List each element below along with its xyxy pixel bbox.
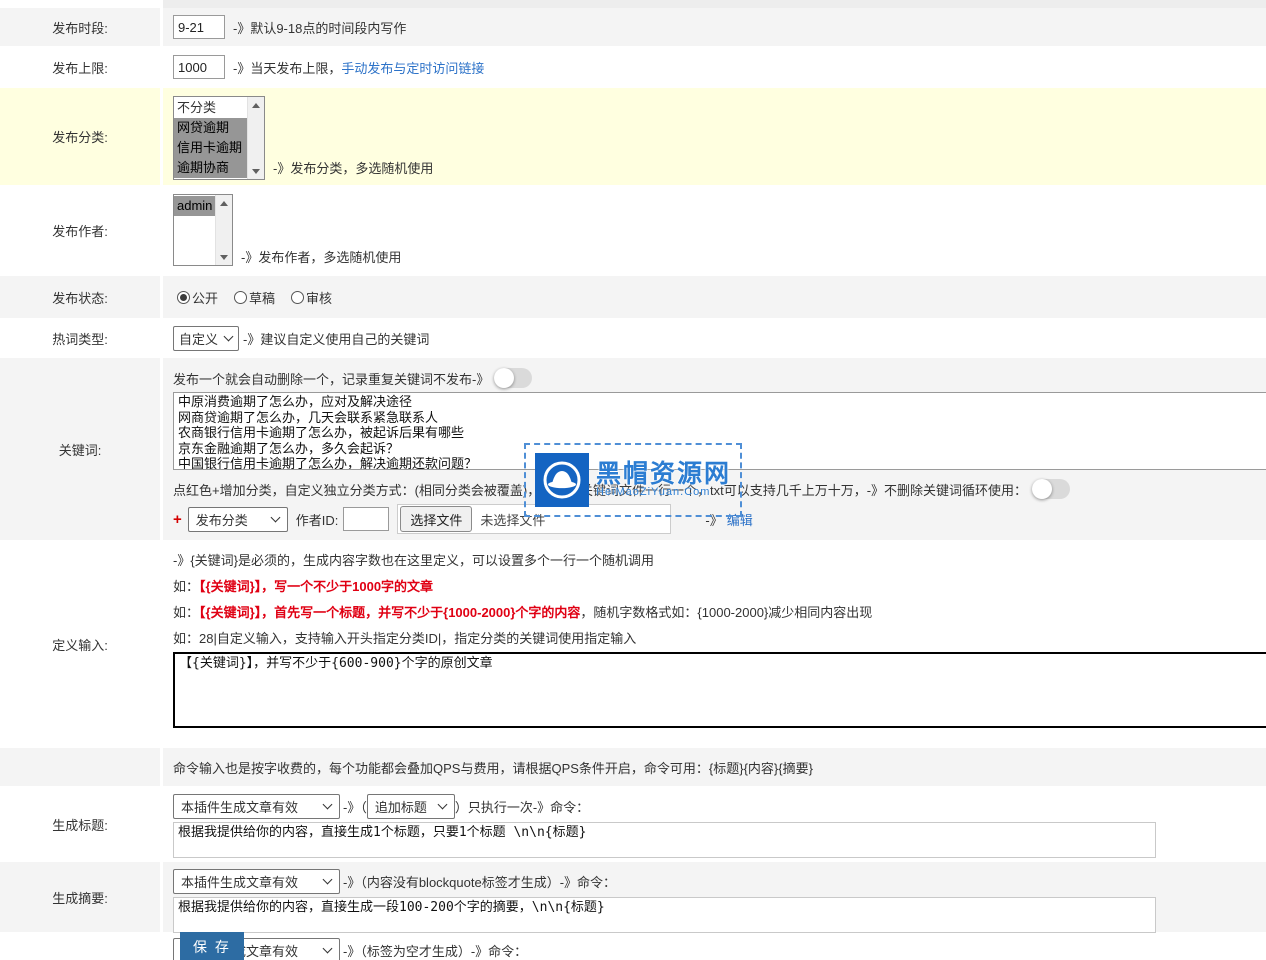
listbox-scrollbar[interactable] [215, 195, 232, 265]
category-option[interactable]: 信用卡逾期 [174, 138, 247, 158]
radio-review[interactable]: 审核 [291, 288, 332, 307]
category-option[interactable]: 网贷逾期 [174, 118, 247, 138]
generate-title-label: 生成标题: [0, 786, 163, 862]
define-input-textarea[interactable]: 【{关键词}】，并写不少于{600-900}个字的原创文章 [173, 652, 1266, 728]
publish-time-desc: -》默认9-18点的时间段内写作 [233, 18, 406, 37]
publish-limit-label: 发布上限: [0, 46, 163, 88]
radio-checked-icon [177, 291, 190, 304]
publish-limit-desc: -》当天发布上限， [233, 58, 341, 77]
radio-public[interactable]: 公开 [177, 288, 218, 307]
define-input-label: 定义输入: [0, 540, 163, 748]
select-value: 追加标题 [375, 797, 427, 816]
publish-author-label: 发布作者: [0, 185, 163, 276]
radio-icon [234, 291, 247, 304]
toggle-knob-icon [494, 368, 514, 388]
digest-suffix-text: -》（内容没有blockquote标签才生成）-》命令： [343, 872, 616, 891]
add-category-button[interactable]: + [173, 511, 182, 528]
chevron-down-icon [323, 800, 333, 810]
row-publish-category: 发布分类: 不分类 网贷逾期 信用卡逾期 逾期协商 -》发布分类，多选随机使用 [0, 88, 1266, 185]
publish-time-label: 发布时段: [0, 8, 163, 46]
top-strip-right [163, 0, 1266, 8]
radio-icon [291, 291, 304, 304]
publish-category-listbox[interactable]: 不分类 网贷逾期 信用卡逾期 逾期协商 [173, 96, 265, 180]
generate-tag-label [0, 932, 163, 960]
publish-time-input[interactable] [173, 15, 225, 39]
row-define-input: 定义输入: -》{关键词}是必须的，生成内容字数也在这里定义，可以设置多个一行一… [0, 540, 1266, 748]
author-option[interactable]: admin [174, 196, 215, 216]
auto-delete-text: 发布一个就会自动删除一个，记录重复关键词不发布-》 [173, 369, 489, 388]
define-example-1: 如：【{关键词}】，写一个不少于1000字的文章 [173, 574, 1266, 600]
publish-author-listbox[interactable]: admin [173, 194, 233, 266]
toggle-knob-icon [1032, 479, 1052, 499]
chevron-down-icon [323, 944, 333, 954]
row-publish-status: 发布状态: 公开 草稿 审核 [0, 276, 1266, 318]
scroll-down-icon[interactable] [216, 249, 233, 265]
row-hotword-type: 热词类型: 自定义 -》建议自定义使用自己的关键词 [0, 318, 1266, 358]
top-strip-left [0, 0, 163, 8]
hotword-type-desc: -》建议自定义使用自己的关键词 [243, 329, 429, 348]
title-mode-select[interactable]: 本插件生成文章有效 [173, 794, 340, 819]
chevron-down-icon [270, 513, 280, 523]
scroll-up-icon[interactable] [216, 195, 233, 211]
example-red-text: 【{关键词}】，首先写一个标题，并写不少于{1000-2000}个字的内容 [199, 605, 580, 620]
select-value: 本插件生成文章有效 [181, 797, 298, 816]
keywords-label: 关键词: [0, 358, 163, 540]
define-example-3: 如：28|自定义输入，支持输入开头指定分类ID|，指定分类的关键词使用指定输入 [173, 626, 1266, 652]
example-red-text: 【{关键词}】，写一个不少于1000字的文章 [199, 579, 433, 594]
row-publish-time: 发布时段: -》默认9-18点的时间段内写作 [0, 8, 1266, 46]
scroll-down-icon[interactable] [248, 163, 265, 179]
select-value: 发布分类 [196, 510, 248, 529]
title-suffix-text: ）只执行一次-》命令： [455, 797, 589, 816]
generate-digest-label: 生成摘要: [0, 862, 163, 932]
keyword-category-select[interactable]: 发布分类 [188, 507, 288, 532]
row-command-note: 命令输入也是按字收费的，每个功能都会叠加QPS与费用，请根据QPS条件开启，命令… [0, 748, 1266, 786]
save-button[interactable]: 保 存 [180, 932, 244, 960]
chevron-down-icon [323, 875, 333, 885]
digest-mode-select[interactable]: 本插件生成文章有效 [173, 869, 340, 894]
publish-author-desc: -》发布作者，多选随机使用 [241, 247, 401, 276]
command-note-text: 命令输入也是按字收费的，每个功能都会叠加QPS与费用，请根据QPS条件开启，命令… [173, 758, 813, 777]
auto-delete-toggle[interactable] [494, 368, 532, 388]
scroll-up-icon[interactable] [248, 97, 265, 113]
radio-label: 公开 [192, 288, 218, 307]
row-publish-limit: 发布上限: -》当天发布上限， 手动发布与定时访问链接 [0, 46, 1266, 88]
hotword-type-label: 热词类型: [0, 318, 163, 358]
watermark-box: 黑帽资源网 HeiMaoZiYuan.Com [524, 443, 742, 517]
row-generate-digest: 生成摘要: 本插件生成文章有效 -》（内容没有blockquote标签才生成）-… [0, 862, 1266, 932]
define-hint-1: -》{关键词}是必须的，生成内容字数也在这里定义，可以设置多个一行一个随机调用 [173, 548, 1266, 574]
tag-suffix-text: -》（标签为空才生成）-》命令： [343, 941, 527, 960]
manual-publish-link[interactable]: 手动发布与定时访问链接 [341, 58, 484, 77]
hat-logo-icon [535, 453, 589, 507]
publish-status-label: 发布状态: [0, 276, 163, 318]
author-id-label: 作者ID: [296, 510, 339, 529]
chevron-down-icon [437, 800, 447, 810]
category-option[interactable]: 不分类 [174, 98, 247, 118]
generate-digest-textarea[interactable]: 根据我提供给你的内容，直接生成一段100-200个字的摘要，\n\n{标题} [173, 897, 1156, 933]
chevron-down-icon [224, 332, 234, 342]
category-option[interactable]: 逾期协商 [174, 158, 247, 178]
author-id-input[interactable] [343, 507, 389, 531]
title-mid-text: -》（ [343, 797, 367, 816]
select-value: 本插件生成文章有效 [181, 872, 298, 891]
publish-category-label: 发布分类: [0, 88, 163, 185]
row-generate-title: 生成标题: 本插件生成文章有效 -》（ 追加标题 ）只执行一次-》命令： 根据我… [0, 786, 1266, 862]
top-strip [0, 0, 1266, 8]
select-value: 自定义 [179, 329, 218, 348]
hotword-type-select[interactable]: 自定义 [173, 326, 239, 351]
command-note-label [0, 748, 163, 786]
define-example-2: 如：【{关键词}】，首先写一个标题，并写不少于{1000-2000}个字的内容，… [173, 600, 1266, 626]
publish-limit-input[interactable] [173, 55, 225, 79]
keep-keywords-toggle[interactable] [1032, 479, 1070, 499]
row-publish-author: 发布作者: admin -》发布作者，多选随机使用 [0, 185, 1266, 276]
radio-label: 草稿 [249, 288, 275, 307]
generate-title-textarea[interactable]: 根据我提供给你的内容，直接生成1个标题，只要1个标题 \n\n{标题} [173, 822, 1156, 858]
listbox-scrollbar[interactable] [247, 97, 264, 179]
watermark-title: 黑帽资源网 [596, 462, 731, 487]
plugin-settings-page: 发布时段: -》默认9-18点的时间段内写作 发布上限: -》当天发布上限， 手… [0, 0, 1266, 960]
title-append-select[interactable]: 追加标题 [367, 794, 455, 819]
radio-draft[interactable]: 草稿 [234, 288, 275, 307]
choose-file-button[interactable]: 选择文件 [400, 506, 472, 532]
publish-category-desc: -》发布分类，多选随机使用 [273, 158, 433, 185]
radio-label: 审核 [306, 288, 332, 307]
